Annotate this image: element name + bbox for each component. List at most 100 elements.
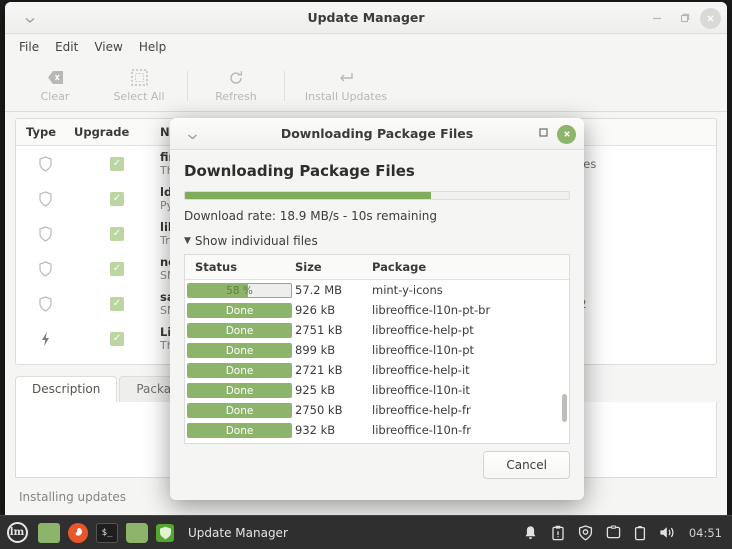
close-icon[interactable] [700,7,721,29]
check-icon: ✓ [110,156,124,171]
show-individual-files-toggle[interactable]: ▼ Show individual files [184,234,570,248]
file-list-scrollbar[interactable] [561,281,568,442]
check-icon: ✓ [110,296,124,311]
clock[interactable]: 04:51 [689,526,722,540]
firefox-icon[interactable] [68,522,88,543]
menu-file[interactable]: File [19,40,39,54]
refresh-label: Refresh [215,90,257,103]
volume-icon[interactable] [659,525,676,540]
upgrade-checkbox[interactable]: ✓ [74,261,160,276]
file-list-row: Done 925 kB libreoffice-l10n-it [185,380,569,400]
terminal-icon[interactable]: $_ [96,522,118,543]
menu-view[interactable]: View [94,40,122,54]
file-size-cell: 2751 kB [295,323,343,337]
file-status-cell: 58 % [185,282,295,298]
page-title: Update Manager [307,10,425,25]
file-package-cell: libreoffice-help-it [372,363,470,377]
refresh-button[interactable]: Refresh [194,68,278,103]
column-header-upgrade[interactable]: Upgrade [74,125,160,139]
minimize-icon[interactable] [644,5,670,31]
upgrade-checkbox[interactable]: ✓ [74,296,160,311]
column-header-type[interactable]: Type [16,125,74,139]
install-updates-button[interactable]: Install Updates [291,68,401,103]
file-status-cell: Done [185,422,295,438]
display-icon[interactable] [606,525,621,540]
menu-help[interactable]: Help [139,40,166,54]
triangle-down-icon: ▼ [184,236,191,246]
file-list-header: Status Size Package [185,255,569,280]
shield-icon [16,225,74,242]
linux-mint-menu-icon[interactable]: lm [0,522,34,543]
column-header-package[interactable]: Package [372,260,569,274]
file-size-cell: 57.2 MB [295,283,343,297]
file-size-cell: 932 kB [295,423,336,437]
file-progress-bar: Done [187,342,292,358]
file-status-cell: Done [185,322,295,338]
file-progress-bar: Done [187,382,292,398]
toolbar: Clear Select All Refresh Install Updates [5,60,727,112]
shield-icon [16,295,74,312]
file-status-label: 58 % [226,284,253,297]
clear-icon [47,68,64,87]
check-icon: ✓ [110,331,124,346]
file-package-cell: libreoffice-help-pt [372,323,474,337]
tab-description[interactable]: Description [15,376,118,402]
system-tray: 04:51 [523,524,732,541]
download-progress-fill [185,192,431,199]
file-status-cell: Done [185,342,295,358]
file-status-cell: Done [185,402,295,418]
file-package-cell: libreoffice-l10n-pt-br [372,303,491,317]
update-manager-icon[interactable] [156,523,174,542]
file-package-cell: libreoffice-l10n-it [372,383,470,397]
maximize-icon[interactable] [538,127,549,141]
clear-button[interactable]: Clear [13,68,97,103]
bolt-icon [16,331,74,347]
file-list-row: Done 2751 kB libreoffice-help-pt [185,320,569,340]
column-header-size[interactable]: Size [295,260,372,274]
select-all-label: Select All [113,90,165,103]
file-status-label: Done [225,344,254,357]
cancel-button[interactable]: Cancel [483,451,570,479]
install-updates-label: Install Updates [304,90,388,103]
clear-label: Clear [40,90,70,103]
file-list-row: Done 926 kB libreoffice-l10n-pt-br [185,300,569,320]
upgrade-checkbox[interactable]: ✓ [74,226,160,241]
close-icon[interactable] [557,124,576,144]
file-package-cell: mint-y-icons [372,283,443,297]
select-all-button[interactable]: Select All [97,68,181,103]
check-icon: ✓ [110,261,124,276]
file-list-row: Done 2750 kB libreoffice-help-fr [185,400,569,420]
file-manager-icon[interactable] [126,522,148,543]
dialog-footer: Cancel [170,444,584,500]
restore-icon[interactable] [672,5,698,31]
shield-icon [16,190,74,207]
upgrade-checkbox[interactable]: ✓ [74,156,160,171]
file-package-cell: libreoffice-l10n-fr [372,423,471,437]
taskbar-window-entry[interactable]: Update Manager [188,526,288,540]
show-desktop-icon[interactable] [38,522,60,543]
mint-logo-glyph: lm [6,522,28,543]
check-icon: ✓ [110,226,124,241]
upgrade-checkbox[interactable]: ✓ [74,191,160,206]
menu-edit[interactable]: Edit [55,40,78,54]
scrollbar-thumb[interactable] [562,394,567,422]
file-status-label: Done [225,324,254,337]
dialog-titlebar: Downloading Package Files [170,118,584,150]
battery-icon[interactable] [634,525,646,541]
clipboard-icon[interactable] [551,525,565,541]
file-package-cell: libreoffice-help-fr [372,403,471,417]
file-size-cell: 925 kB [295,383,336,397]
file-list-row: 58 % 57.2 MB mint-y-icons [185,280,569,300]
toolbar-separator-2 [284,70,285,101]
downloading-package-files-dialog: Downloading Package Files Downloading Pa… [170,118,584,500]
file-status-label: Done [225,404,254,417]
file-status-label: Done [225,424,254,437]
taskbar-launchers: $_ [38,522,174,543]
update-shield-icon[interactable] [578,524,593,541]
terminal-prompt-glyph: $_ [101,527,113,538]
upgrade-checkbox[interactable]: ✓ [74,331,160,346]
file-status-cell: Done [185,382,295,398]
column-header-status[interactable]: Status [185,260,295,274]
notifications-bell-icon[interactable] [523,525,538,541]
menubar: File Edit View Help [5,34,727,60]
